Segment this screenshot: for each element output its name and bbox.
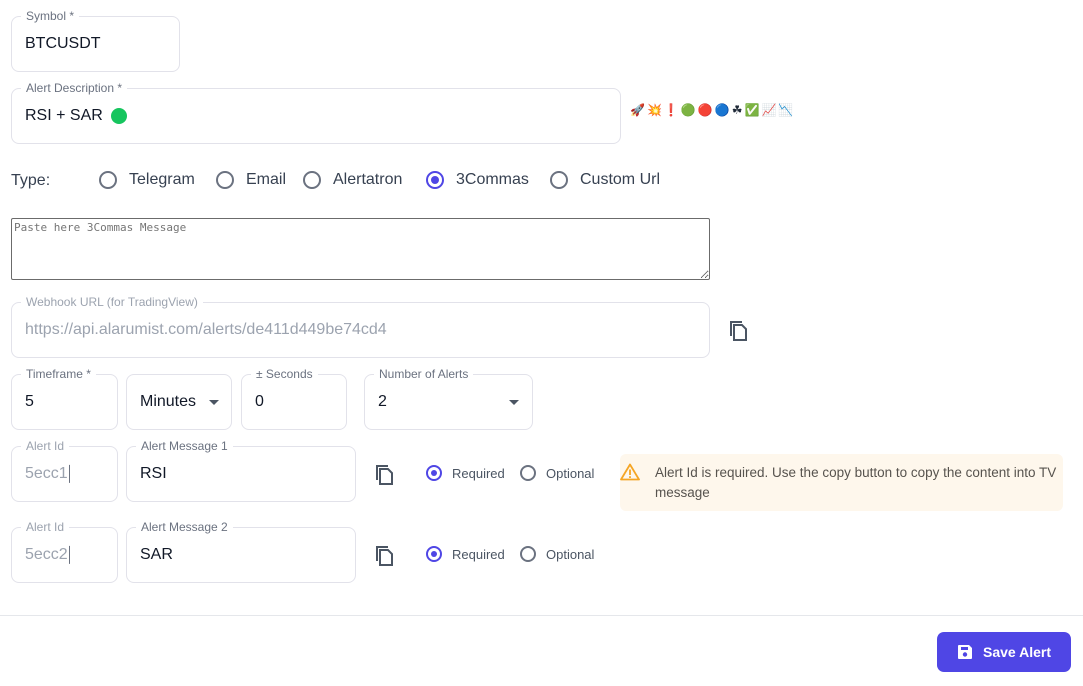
alert-id-label: Alert Id — [21, 519, 70, 535]
timeframe-field[interactable]: Timeframe * 5 — [11, 366, 118, 430]
type-option-telegram[interactable]: Telegram — [99, 171, 195, 189]
notice-text: Alert Id is required. Use the copy butto… — [655, 465, 1057, 500]
seconds-input[interactable]: 0 — [255, 393, 264, 411]
type-label: Type: — [11, 172, 51, 189]
optional-label: Optional — [546, 465, 595, 481]
emoji-palette: 🚀 💥 ❗ 🟢 🔴 🔵 ☘ ✅ 📈 📉 — [630, 101, 793, 119]
green-circle-icon — [110, 108, 127, 124]
copy-alert-1-icon[interactable] — [373, 462, 395, 486]
radio-3commas[interactable] — [426, 171, 444, 189]
webhook-url-field[interactable]: Webhook URL (for TradingView) https://ap… — [11, 294, 710, 358]
alert-message-label: Alert Message 2 — [136, 519, 233, 535]
symbol-input[interactable]: BTCUSDT — [25, 35, 101, 53]
type-option-label: Telegram — [129, 171, 195, 188]
radio-custom-url[interactable] — [550, 171, 568, 189]
alert-id-notice: Alert Id is required. Use the copy butto… — [620, 454, 1063, 511]
chart-up-emoji[interactable]: 📈 — [761, 103, 776, 117]
alert-message-label: Alert Message 1 — [136, 438, 233, 454]
required-label: Required — [452, 546, 505, 562]
text-cursor — [68, 464, 70, 483]
shamrock-emoji[interactable]: ☘ — [732, 103, 743, 117]
text-cursor — [68, 545, 70, 564]
type-option-custom-url[interactable]: Custom Url — [550, 171, 660, 189]
number-of-alerts-select[interactable]: Number of Alerts 2 — [364, 366, 533, 430]
type-option-label: Custom Url — [580, 171, 661, 188]
number-of-alerts-label: Number of Alerts — [374, 366, 474, 382]
seconds-field[interactable]: ± Seconds 0 — [241, 366, 347, 430]
alert-id-input[interactable]: 5ecc2 — [25, 545, 70, 564]
radio-optional[interactable] — [520, 465, 536, 481]
timeframe-input[interactable]: 5 — [25, 393, 34, 411]
save-icon — [958, 645, 973, 659]
alert-description-input[interactable]: RSI + SAR — [25, 107, 127, 125]
alert-1-required-option[interactable]: Required — [426, 465, 505, 481]
alert-message-field-2[interactable]: Alert Message 2 SAR — [126, 519, 356, 583]
dropdown-arrow-icon — [209, 400, 219, 405]
copy-alert-2-icon[interactable] — [373, 543, 395, 567]
radio-alertatron[interactable] — [303, 171, 321, 189]
alert-2-required-option[interactable]: Required — [426, 546, 505, 562]
timeframe-unit-value: Minutes — [140, 393, 197, 410]
check-box-emoji[interactable]: ✅ — [744, 103, 759, 117]
symbol-field[interactable]: Symbol * BTCUSDT — [11, 8, 180, 72]
optional-label: Optional — [546, 546, 595, 562]
radio-required[interactable] — [426, 546, 442, 562]
radio-required[interactable] — [426, 465, 442, 481]
alert-id-field-1[interactable]: Alert Id 5ecc1 — [11, 438, 118, 502]
alert-message-field-1[interactable]: Alert Message 1 RSI — [126, 438, 356, 502]
chart-down-emoji[interactable]: 📉 — [778, 103, 793, 117]
radio-email[interactable] — [216, 171, 234, 189]
timeframe-unit-select[interactable]: Minutes — [126, 374, 232, 430]
alert-description-text: RSI + SAR — [25, 107, 103, 124]
alert-id-input[interactable]: 5ecc1 — [25, 464, 70, 483]
dropdown-arrow-icon — [509, 400, 519, 405]
alert-description-label: Alert Description * — [21, 80, 128, 96]
save-alert-button[interactable]: Save Alert — [937, 632, 1071, 672]
alert-id-value: 5ecc1 — [25, 465, 68, 483]
alert-message-input[interactable]: SAR — [140, 546, 173, 564]
type-option-label: 3Commas — [456, 171, 529, 188]
save-alert-label: Save Alert — [983, 644, 1051, 660]
alert-id-field-2[interactable]: Alert Id 5ecc2 — [11, 519, 118, 583]
seconds-label: ± Seconds — [251, 366, 318, 382]
type-option-email[interactable]: Email — [216, 171, 286, 189]
warning-icon — [620, 463, 640, 481]
copy-webhook-icon[interactable] — [727, 318, 749, 342]
type-option-alertatron[interactable]: Alertatron — [303, 171, 402, 189]
explosion-emoji[interactable]: 💥 — [647, 103, 662, 117]
symbol-label: Symbol * — [21, 8, 80, 24]
red-circle-emoji[interactable]: 🔴 — [698, 103, 713, 117]
3commas-message-textarea[interactable] — [11, 218, 710, 280]
alert-id-value: 5ecc2 — [25, 546, 68, 564]
radio-telegram[interactable] — [99, 171, 117, 189]
alert-1-optional-option[interactable]: Optional — [520, 465, 594, 481]
alert-description-field[interactable]: Alert Description * RSI + SAR — [11, 80, 621, 144]
webhook-url-input[interactable]: https://api.alarumist.com/alerts/de411d4… — [25, 321, 387, 339]
radio-optional[interactable] — [520, 546, 536, 562]
type-option-label: Alertatron — [333, 171, 403, 188]
type-option-label: Email — [246, 171, 287, 188]
alert-2-optional-option[interactable]: Optional — [520, 546, 594, 562]
alert-message-input[interactable]: RSI — [140, 465, 167, 483]
alert-id-label: Alert Id — [21, 438, 70, 454]
footer-divider — [0, 615, 1083, 616]
timeframe-label: Timeframe * — [21, 366, 96, 382]
webhook-url-label: Webhook URL (for TradingView) — [21, 294, 203, 310]
required-label: Required — [452, 465, 505, 481]
number-of-alerts-value: 2 — [378, 393, 387, 410]
blue-circle-emoji[interactable]: 🔵 — [715, 103, 730, 117]
green-circle-emoji[interactable]: 🟢 — [681, 103, 696, 117]
exclamation-emoji[interactable]: ❗ — [664, 103, 679, 117]
type-option-3commas[interactable]: 3Commas — [426, 171, 529, 189]
rocket-emoji[interactable]: 🚀 — [630, 103, 645, 117]
